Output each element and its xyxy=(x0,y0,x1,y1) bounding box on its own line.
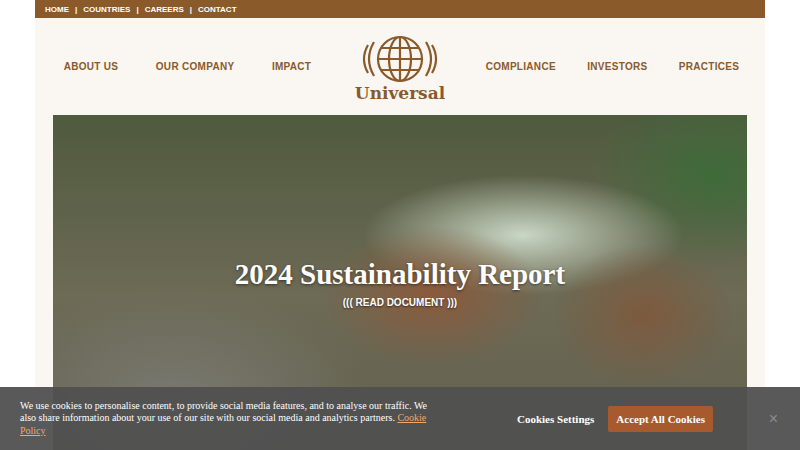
top-link[interactable]: HOME xyxy=(45,5,69,14)
nav-right: COMPLIANCE INVESTORS PRACTICES xyxy=(460,61,765,72)
close-button[interactable]: × xyxy=(767,410,780,428)
top-bar: HOME | COUNTRIES | CAREERS | CONTACT xyxy=(35,0,765,18)
separator: | xyxy=(136,5,138,14)
cookie-actions: Cookies Settings Accept All Cookies xyxy=(515,406,713,432)
nav-item[interactable]: COMPLIANCE xyxy=(486,61,556,72)
main-nav: ABOUT US OUR COMPANY IMPACT Universal COMPLI… xyxy=(35,18,765,115)
hero-title: 2024 Sustainability Report xyxy=(235,258,565,291)
top-link[interactable]: COUNTRIES xyxy=(83,5,130,14)
nav-item[interactable]: PRACTICES xyxy=(679,61,739,72)
nav-item[interactable]: ABOUT US xyxy=(64,61,119,72)
cookie-banner: We use cookies to personalise content, t… xyxy=(0,387,800,450)
cookies-settings-button[interactable]: Cookies Settings xyxy=(515,409,596,429)
globe-icon xyxy=(360,34,440,84)
nav-item[interactable]: OUR COMPANY xyxy=(156,61,235,72)
nav-item[interactable]: INVESTORS xyxy=(587,61,647,72)
logo-text: Universal xyxy=(355,84,445,103)
accept-cookies-button[interactable]: Accept All Cookies xyxy=(608,406,713,432)
page: HOME | COUNTRIES | CAREERS | CONTACT ABOUT US OU… xyxy=(0,0,800,450)
site-frame: HOME | COUNTRIES | CAREERS | CONTACT ABOUT US OU… xyxy=(35,0,765,450)
read-document-link[interactable]: ((( READ DOCUMENT ))) xyxy=(343,297,457,308)
cookie-text: We use cookies to personalise content, t… xyxy=(20,400,445,438)
top-link[interactable]: CONTACT xyxy=(198,5,237,14)
logo[interactable]: Universal xyxy=(340,30,460,103)
cookie-policy-link[interactable]: Cookie Policy xyxy=(20,412,426,436)
separator: | xyxy=(75,5,77,14)
nav-left: ABOUT US OUR COMPANY IMPACT xyxy=(35,61,340,72)
nav-item[interactable]: IMPACT xyxy=(272,61,311,72)
top-link[interactable]: CAREERS xyxy=(145,5,184,14)
separator: | xyxy=(190,5,192,14)
